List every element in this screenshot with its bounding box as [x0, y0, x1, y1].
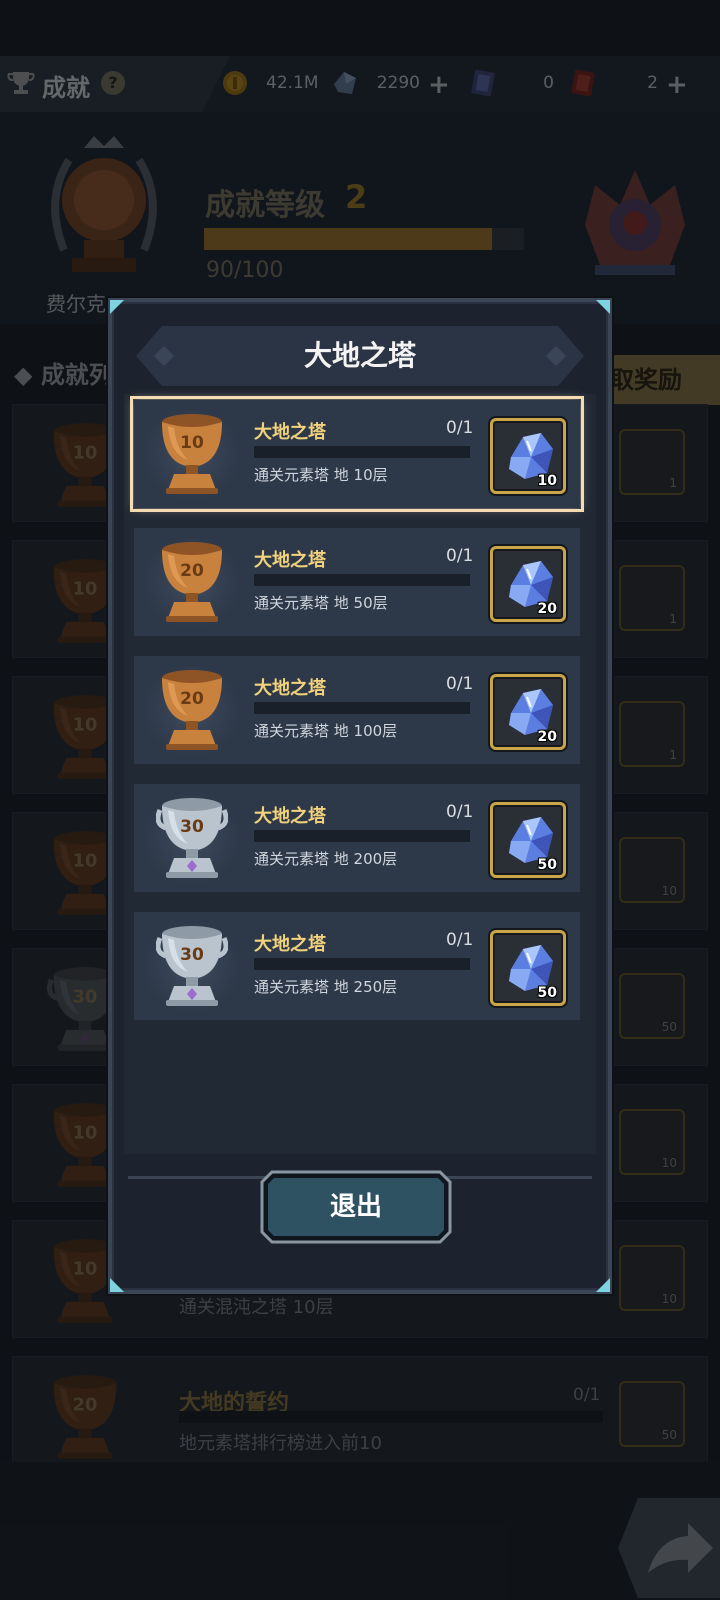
- reward-count: 20: [537, 729, 557, 745]
- task-row[interactable]: 10 大地之塔 0/1 通关元素塔 地 10层 10: [130, 396, 584, 512]
- reward-slot[interactable]: 10: [490, 418, 566, 494]
- trophy-frame: 10: [142, 406, 242, 502]
- trophy-cup-icon: 30: [155, 794, 229, 882]
- dialog-title-bar: 大地之塔: [136, 326, 584, 386]
- exit-label: 退出: [329, 1192, 382, 1222]
- task-progress: 0/1: [446, 418, 474, 438]
- task-progress: 0/1: [446, 674, 474, 694]
- task-name: 大地之塔: [254, 422, 326, 443]
- cup-level-label: 20: [180, 561, 204, 581]
- trophy-cup-icon: 20: [156, 666, 228, 754]
- task-progress-bar: [254, 702, 470, 714]
- trophy-cup-icon: 20: [156, 538, 228, 626]
- task-row[interactable]: 30 大地之塔 0/1 通关元素塔 地 200层 50: [134, 784, 580, 892]
- task-name: 大地之塔: [254, 550, 326, 571]
- reward-slot[interactable]: 20: [490, 674, 566, 750]
- task-progress-bar: [254, 446, 470, 458]
- corner-ornament-icon: [596, 1278, 610, 1292]
- exit-button[interactable]: 退出: [260, 1170, 452, 1244]
- cup-level-label: 30: [180, 817, 204, 837]
- task-description: 通关元素塔 地 50层: [254, 594, 388, 612]
- task-progress: 0/1: [446, 546, 474, 566]
- task-description: 通关元素塔 地 200层: [254, 850, 398, 868]
- trophy-frame: 30: [142, 918, 242, 1014]
- task-list: 10 大地之塔 0/1 通关元素塔 地 10层 10 20 大地之塔 0/1 通…: [124, 394, 596, 1154]
- task-name: 大地之塔: [254, 934, 326, 955]
- task-name: 大地之塔: [254, 678, 326, 699]
- reward-count: 20: [537, 601, 557, 617]
- task-row[interactable]: 20 大地之塔 0/1 通关元素塔 地 50层 20: [134, 528, 580, 636]
- trophy-cup-icon: 10: [156, 410, 228, 498]
- task-progress: 0/1: [446, 802, 474, 822]
- task-progress-bar: [254, 830, 470, 842]
- cup-level-label: 20: [180, 689, 204, 709]
- reward-slot[interactable]: 50: [490, 802, 566, 878]
- corner-ornament-icon: [596, 300, 610, 314]
- corner-ornament-icon: [110, 300, 124, 314]
- reward-count: 50: [537, 985, 557, 1001]
- corner-ornament-icon: [110, 1278, 124, 1292]
- trophy-frame: 30: [142, 790, 242, 886]
- reward-count: 50: [537, 857, 557, 873]
- achievement-detail-dialog: 大地之塔 10 大地之塔 0/1 通关元素塔 地 10层 10 20 大地之塔 …: [108, 298, 612, 1294]
- dialog-title: 大地之塔: [303, 339, 416, 372]
- task-progress-bar: [254, 958, 470, 970]
- task-progress-bar: [254, 574, 470, 586]
- task-description: 通关元素塔 地 250层: [254, 978, 398, 996]
- task-name: 大地之塔: [254, 806, 326, 827]
- trophy-cup-icon: 30: [155, 922, 229, 1010]
- trophy-frame: 20: [142, 662, 242, 758]
- task-row[interactable]: 20 大地之塔 0/1 通关元素塔 地 100层 20: [134, 656, 580, 764]
- reward-slot[interactable]: 20: [490, 546, 566, 622]
- trophy-frame: 20: [142, 534, 242, 630]
- task-description: 通关元素塔 地 10层: [254, 466, 388, 484]
- cup-level-label: 10: [180, 433, 204, 453]
- cup-level-label: 30: [180, 945, 204, 965]
- reward-slot[interactable]: 50: [490, 930, 566, 1006]
- task-row[interactable]: 30 大地之塔 0/1 通关元素塔 地 250层 50: [134, 912, 580, 1020]
- reward-count: 10: [537, 473, 557, 489]
- task-progress: 0/1: [446, 930, 474, 950]
- task-description: 通关元素塔 地 100层: [254, 722, 398, 740]
